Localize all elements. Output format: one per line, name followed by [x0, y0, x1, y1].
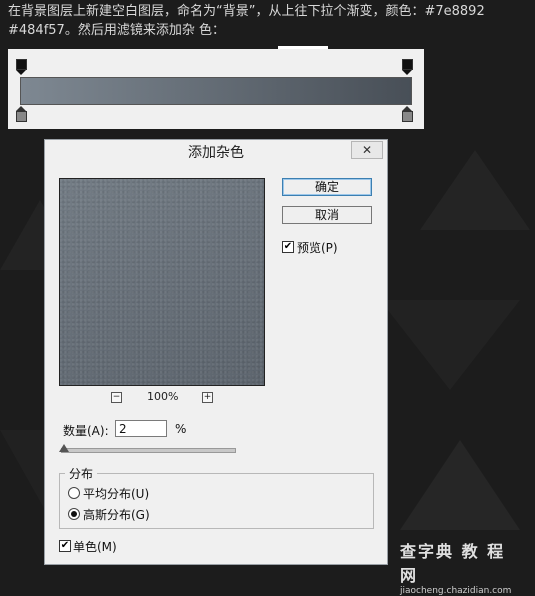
- instruction-line-1: 在背景图层上新建空白图层，命名为“背景”，从上往下拉个渐变，颜色：#7e8892: [8, 4, 485, 19]
- site-watermark: 查字典 教 程 网 jiaocheng.chazidian.com: [400, 538, 530, 596]
- uniform-radio[interactable]: [68, 487, 80, 499]
- gaussian-label: 高斯分布(G): [83, 508, 150, 522]
- amount-label: 数量(A):: [63, 424, 109, 438]
- watermark-url: jiaocheng.chazidian.com: [400, 586, 512, 596]
- bg-decoration: [400, 440, 520, 530]
- checkmark-icon: ✔: [283, 241, 293, 252]
- opacity-stop-left[interactable]: [16, 59, 27, 75]
- amount-slider-thumb[interactable]: [59, 444, 69, 452]
- amount-unit: %: [175, 422, 187, 436]
- bg-decoration: [420, 150, 530, 230]
- zoom-in-button[interactable]: +: [202, 392, 213, 403]
- cancel-button[interactable]: 取消: [282, 206, 372, 224]
- instruction-line-2: #484f57。然后用滤镜来添加杂 色：: [8, 23, 225, 38]
- preview-checkbox[interactable]: ✔: [282, 241, 294, 253]
- opacity-stop-right[interactable]: [402, 59, 413, 75]
- amount-slider-track[interactable]: [61, 448, 236, 453]
- minus-icon: −: [112, 392, 121, 402]
- uniform-label: 平均分布(U): [83, 487, 150, 501]
- checkmark-icon: ✔: [60, 540, 70, 551]
- gradient-editor-tab: [278, 46, 328, 49]
- zoom-out-button[interactable]: −: [111, 392, 122, 403]
- gradient-bar[interactable]: [20, 77, 412, 105]
- ok-button[interactable]: 确定: [282, 178, 372, 196]
- bg-decoration: [380, 300, 520, 390]
- preview-label: 预览(P): [297, 241, 338, 255]
- gradient-editor: [8, 46, 424, 129]
- watermark-main: 查字典 教 程 网: [400, 542, 506, 585]
- close-icon: ✕: [361, 143, 373, 157]
- zoom-level: 100%: [147, 390, 179, 403]
- gaussian-radio[interactable]: [68, 508, 80, 520]
- noise-preview[interactable]: [59, 178, 265, 386]
- dialog-title: 添加杂色: [188, 145, 244, 161]
- color-stop-left[interactable]: [16, 106, 27, 122]
- color-stop-right[interactable]: [402, 106, 413, 122]
- distribution-group-label: 分布: [65, 465, 98, 482]
- instruction-text: 在背景图层上新建空白图层，命名为“背景”，从上往下拉个渐变，颜色：#7e8892…: [8, 2, 533, 40]
- plus-icon: +: [203, 392, 212, 402]
- add-noise-dialog: 添加杂色 ✕ − 100% + 确定 取消 ✔ 预览(P) 数量(A): 2 %…: [44, 139, 388, 565]
- monochrome-label: 单色(M): [73, 540, 117, 554]
- amount-input[interactable]: 2: [115, 420, 167, 437]
- close-button[interactable]: ✕: [351, 141, 383, 159]
- monochrome-checkbox[interactable]: ✔: [59, 540, 71, 552]
